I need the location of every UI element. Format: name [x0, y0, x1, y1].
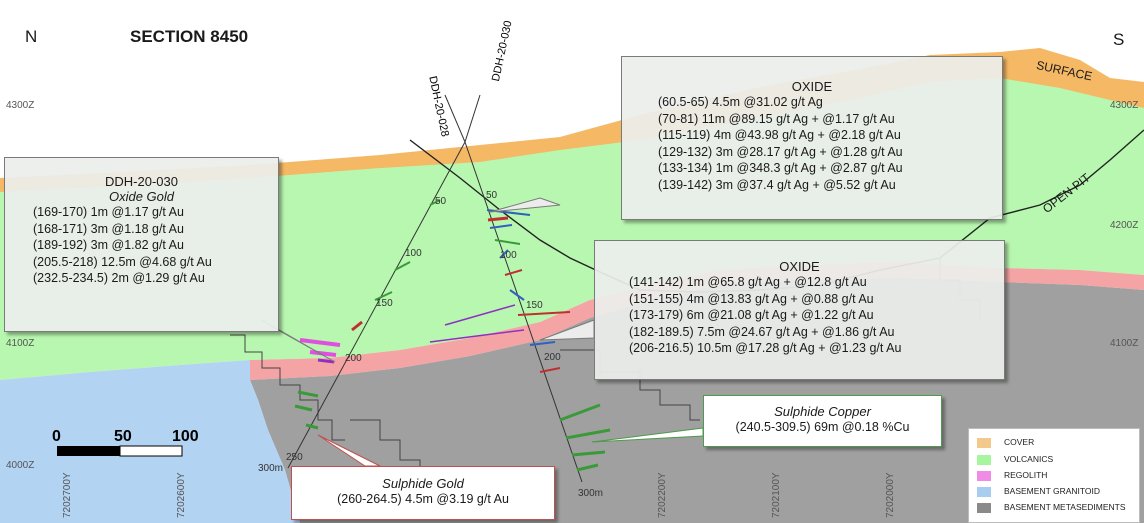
callout-oxide-top: OXIDE (60.5-65) 4.5m @31.02 g/t Ag (70-8… [621, 56, 1003, 220]
assay-line: (206-216.5) 10.5m @17.28 g/t Ag + @1.23 … [629, 341, 902, 355]
callout-title: OXIDE [779, 259, 820, 274]
callout-subtitle: Oxide Gold [108, 189, 175, 204]
depth-tick: 250 [286, 452, 303, 463]
legend-swatch [977, 455, 991, 465]
elevation-label: 4200Z [1110, 220, 1139, 231]
section-title: SECTION 8450 [130, 27, 249, 46]
callout-oxide-mid: OXIDE (141-142) 1m @65.8 g/t Ag + @12.8 … [594, 240, 1005, 380]
drillhole-end-depth: 300m [578, 488, 604, 499]
depth-tick: 50 [486, 190, 498, 201]
assay-line: (133-134) 1m @348.3 g/t Ag + @2.87 g/t A… [658, 161, 903, 175]
south-label: S [1113, 30, 1125, 49]
callout-title: Sulphide Gold [382, 476, 464, 491]
legend-label: REGOLITH [1004, 470, 1048, 480]
depth-tick: 200 [345, 353, 362, 364]
elevation-label: 4100Z [6, 338, 35, 349]
assay-line: (189-192) 3m @1.82 g/t Au [33, 238, 184, 252]
assay-line: (260-264.5) 4.5m @3.19 g/t Au [337, 492, 509, 506]
scale-label: 100 [172, 428, 199, 445]
assay-line: (205.5-218) 12.5m @4.68 g/t Au [33, 254, 212, 269]
assay-line: (169-170) 1m @1.17 g/t Au [33, 205, 184, 219]
easting-label: 7202100Y [771, 472, 782, 518]
elevation-label: 4000Z [6, 460, 35, 471]
legend-label: VOLCANICS [1004, 454, 1054, 464]
assay-line: (151-155) 4m @13.83 g/t Ag + @0.88 g/t A… [629, 291, 874, 306]
legend-label: BASEMENT GRANITOID [1004, 486, 1101, 496]
depth-tick: 150 [376, 298, 393, 309]
scale-label: 50 [114, 428, 132, 445]
callout-title: DDH-20-030 [105, 174, 178, 189]
assay-line: (240.5-309.5) 69m @0.18 %Cu [735, 420, 910, 434]
elevation-label: 4100Z [1110, 338, 1139, 349]
callout-title: Sulphide Copper [774, 404, 871, 419]
assay-line: (141-142) 1m @65.8 g/t Ag + @12.8 g/t Au [629, 275, 867, 289]
legend-label: BASEMENT METASEDIMENTS [1004, 502, 1126, 512]
assay-line: (70-81) 11m @89.15 g/t Ag + @1.17 g/t Au [658, 111, 895, 126]
north-label: N [25, 27, 38, 46]
assay-line: (173-179) 6m @21.08 g/t Ag + @1.22 g/t A… [629, 308, 874, 322]
legend-swatch [977, 487, 991, 497]
legend-swatch [977, 438, 991, 448]
assay-line: (182-189.5) 7.5m @24.67 g/t Ag + @1.86 g… [629, 324, 895, 339]
depth-tick: 150 [526, 300, 543, 311]
geological-section: N S SECTION 8450 SURFACE OPEN PIT 4300Z … [0, 0, 1144, 523]
assay-line: (129-132) 3m @28.17 g/t Ag + @1.28 g/t A… [658, 144, 903, 159]
callout-sulphide-copper: Sulphide Copper (240.5-309.5) 69m @0.18 … [703, 395, 942, 447]
depth-tick: 200 [544, 352, 561, 363]
callout-sulphide-gold: Sulphide Gold (260-264.5) 4.5m @3.19 g/t… [291, 466, 555, 520]
scale-label: 0 [52, 428, 61, 445]
elevation-label: 4300Z [1110, 100, 1139, 111]
elevation-label: 4300Z [6, 100, 35, 111]
scale-bar-white [119, 445, 183, 457]
assay-line: (139-142) 3m @37.4 g/t Ag + @5.52 g/t Au [658, 177, 896, 192]
legend-swatch [977, 471, 991, 481]
scale-bar-black [57, 446, 120, 456]
legend-swatch [977, 503, 991, 513]
easting-label: 7202200Y [657, 472, 668, 518]
assay-line: (60.5-65) 4.5m @31.02 g/t Ag [658, 95, 823, 109]
legend-label: COVER [1004, 437, 1035, 447]
drillhole-end-depth: 300m [258, 463, 284, 474]
callout-title: OXIDE [791, 79, 833, 94]
assay-line: (232.5-234.5) 2m @1.29 g/t Au [33, 271, 205, 285]
easting-label: 7202600Y [176, 472, 187, 518]
assay-line: (115-119) 4m @43.98 g/t Ag + @2.18 g/t A… [658, 128, 901, 142]
depth-tick: 100 [500, 250, 517, 261]
easting-label: 7202000Y [885, 472, 896, 518]
depth-tick: 50 [435, 196, 447, 207]
collar-line [464, 94, 481, 143]
legend: COVER VOLCANICS REGOLITH BASEMENT GRANIT… [968, 428, 1140, 523]
assay-line: (168-171) 3m @1.18 g/t Au [33, 221, 184, 236]
easting-label: 7202700Y [62, 472, 73, 518]
callout-ddh030: DDH-20-030 Oxide Gold (169-170) 1m @1.17… [4, 157, 279, 332]
depth-tick: 100 [405, 248, 422, 259]
